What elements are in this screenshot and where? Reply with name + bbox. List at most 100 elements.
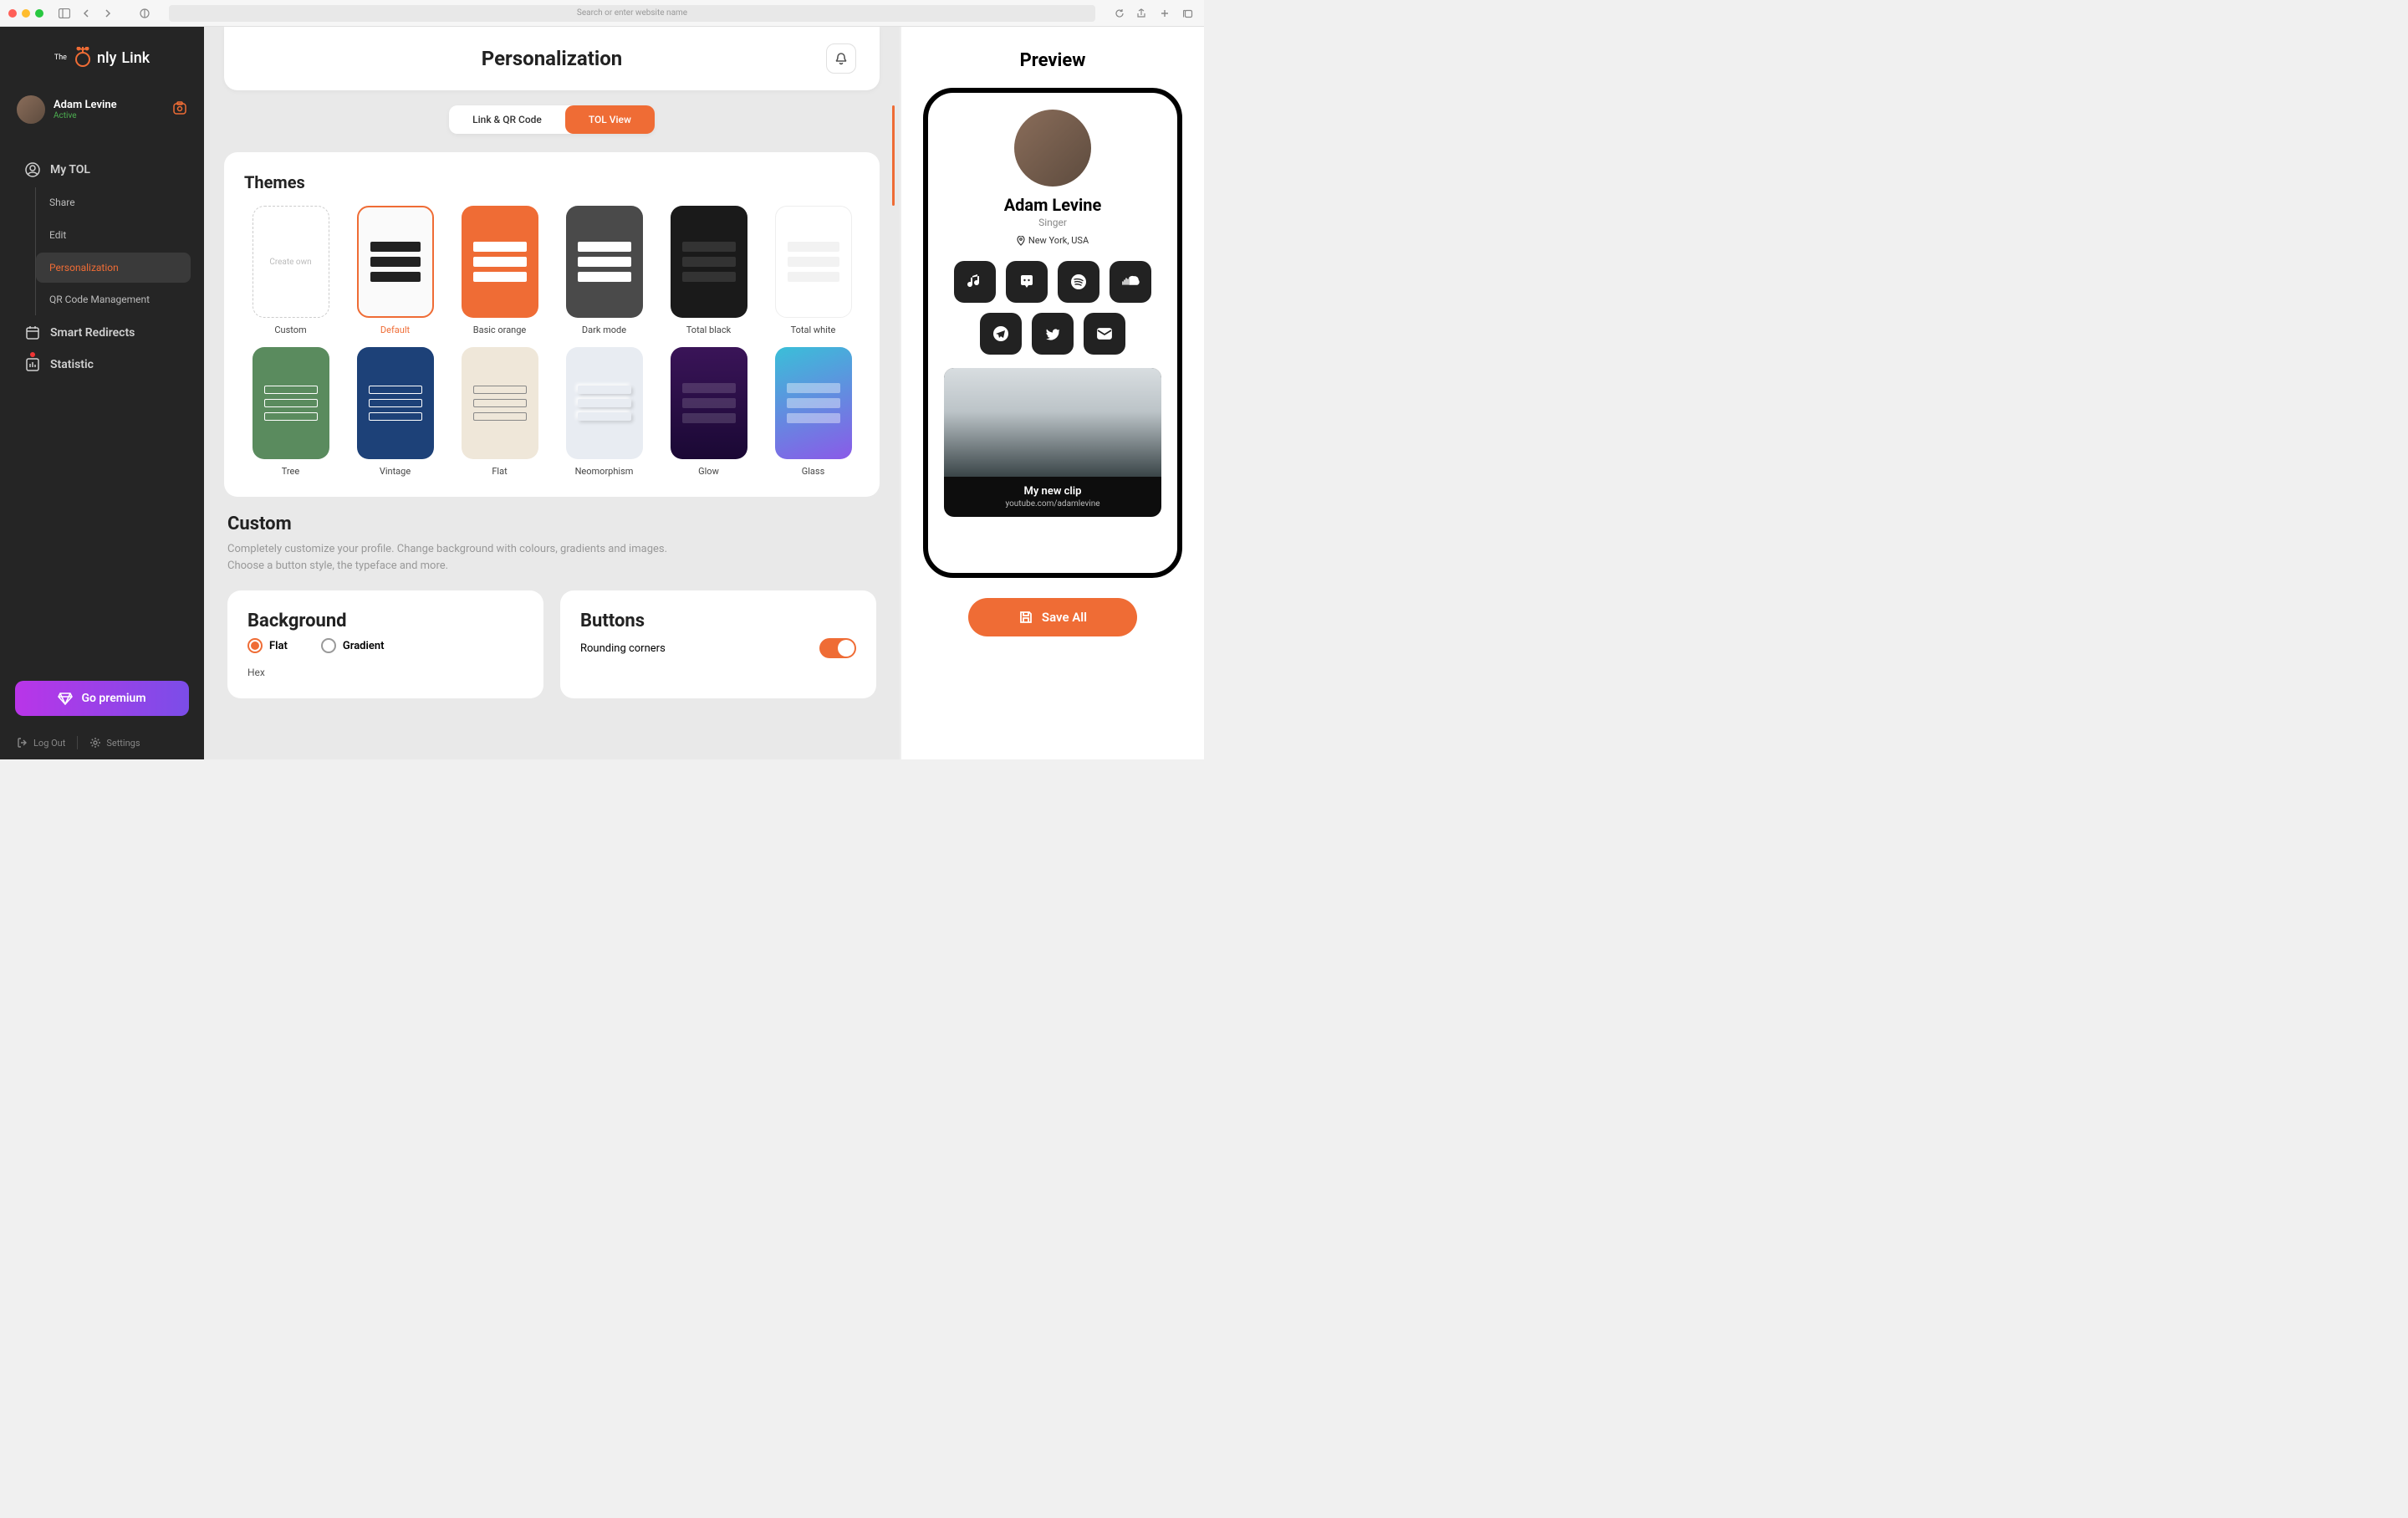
- pin-icon: [1017, 236, 1025, 246]
- menu-mytol-label: My TOL: [50, 163, 90, 176]
- theme-custom[interactable]: Create own Custom: [244, 206, 337, 335]
- theme-dark-mode[interactable]: Dark mode: [558, 206, 650, 335]
- bell-icon: [834, 51, 849, 66]
- music-icon[interactable]: [954, 261, 996, 303]
- address-bar[interactable]: Search or enter website name: [169, 5, 1095, 22]
- main-content: Personalization Link & QR Code TOL View …: [204, 27, 900, 759]
- shield-icon[interactable]: [137, 6, 152, 21]
- menu-redirects[interactable]: Smart Redirects: [10, 317, 194, 349]
- menu-mytol[interactable]: My TOL: [10, 154, 194, 186]
- sub-share[interactable]: Share: [36, 187, 191, 218]
- twitter-icon[interactable]: [1032, 313, 1074, 355]
- traffic-lights: [8, 9, 43, 18]
- theme-flat[interactable]: Flat: [453, 347, 546, 477]
- theme-default-label: Default: [380, 325, 410, 335]
- theme-total-white[interactable]: Total white: [767, 206, 860, 335]
- discord-icon[interactable]: [1006, 261, 1048, 303]
- bg-flat-label: Flat: [269, 640, 288, 652]
- buttons-card: Buttons Rounding corners: [560, 590, 876, 698]
- sub-qr[interactable]: QR Code Management: [36, 284, 191, 315]
- view-tabs: Link & QR Code TOL View: [224, 105, 880, 134]
- menu: My TOL Share Edit Personalization QR Cod…: [0, 154, 204, 381]
- theme-basic-orange[interactable]: Basic orange: [453, 206, 546, 335]
- tab-tol-view[interactable]: TOL View: [565, 105, 655, 134]
- go-premium-button[interactable]: Go premium: [15, 681, 189, 716]
- calendar-icon: [25, 325, 40, 340]
- notifications-button[interactable]: [826, 43, 856, 74]
- logout-icon: [17, 737, 28, 749]
- theme-default[interactable]: Default: [349, 206, 441, 335]
- socials-row: [948, 261, 1157, 355]
- page-header: Personalization: [224, 27, 880, 90]
- profile-name: Adam Levine: [54, 99, 117, 111]
- save-all-button[interactable]: Save All: [968, 598, 1137, 636]
- back-icon[interactable]: [79, 6, 94, 21]
- scroll-indicator: [892, 105, 895, 206]
- bg-flat-radio[interactable]: Flat: [247, 638, 288, 653]
- preview-sub: Singer: [1038, 217, 1067, 228]
- sub-edit[interactable]: Edit: [36, 220, 191, 251]
- logout-link[interactable]: Log Out: [17, 737, 65, 749]
- forward-icon[interactable]: [100, 6, 115, 21]
- sidebar-toggle-icon[interactable]: [57, 6, 72, 21]
- rounding-label: Rounding corners: [580, 642, 666, 655]
- theme-custom-box: Create own: [253, 206, 329, 318]
- address-placeholder: Search or enter website name: [577, 8, 687, 18]
- clip-image: [944, 368, 1161, 477]
- theme-total-black[interactable]: Total black: [662, 206, 755, 335]
- themes-card: Themes Create own Custom Default Basic o…: [224, 152, 880, 497]
- logo-link: Link: [121, 49, 150, 67]
- preview-avatar: [1014, 110, 1091, 187]
- logout-label: Log Out: [33, 738, 65, 749]
- phone-preview: Adam Levine Singer New York, USA: [923, 88, 1182, 578]
- logo-nly: nly: [97, 49, 116, 67]
- theme-tree-label: Tree: [282, 466, 299, 477]
- theme-black-label: Total black: [686, 325, 731, 335]
- theme-dark-label: Dark mode: [582, 325, 626, 335]
- submenu: Share Edit Personalization QR Code Manag…: [35, 187, 194, 315]
- soundcloud-icon[interactable]: [1110, 261, 1151, 303]
- save-icon: [1018, 610, 1033, 625]
- premium-label: Go premium: [81, 692, 145, 705]
- theme-glow[interactable]: Glow: [662, 347, 755, 477]
- settings-link[interactable]: Settings: [89, 737, 140, 749]
- telegram-icon[interactable]: [980, 313, 1022, 355]
- theme-glass-label: Glass: [802, 466, 825, 477]
- theme-orange-label: Basic orange: [473, 325, 527, 335]
- rounding-toggle[interactable]: [819, 638, 856, 658]
- theme-tree[interactable]: Tree: [244, 347, 337, 477]
- theme-glow-label: Glow: [698, 466, 719, 477]
- tab-link-qr[interactable]: Link & QR Code: [449, 105, 565, 134]
- mail-icon[interactable]: [1084, 313, 1125, 355]
- theme-vintage[interactable]: Vintage: [349, 347, 441, 477]
- bg-gradient-radio[interactable]: Gradient: [321, 638, 385, 653]
- clip-url: youtube.com/adamlevine: [952, 499, 1153, 509]
- preview-title: Preview: [1020, 50, 1086, 71]
- settings-label: Settings: [106, 738, 140, 749]
- footer-links: Log Out Settings: [0, 726, 204, 749]
- preview-location: New York, USA: [1017, 235, 1089, 246]
- chrome-right-icons: [1134, 6, 1196, 21]
- theme-neomorphism[interactable]: Neomorphism: [558, 347, 650, 477]
- menu-statistic-label: Statistic: [50, 358, 94, 371]
- theme-vintage-label: Vintage: [380, 466, 411, 477]
- user-icon: [25, 162, 40, 177]
- gear-icon: [89, 737, 101, 749]
- profile-badge-icon[interactable]: [172, 100, 187, 119]
- clip-card[interactable]: My new clip youtube.com/adamlevine: [944, 368, 1161, 517]
- hex-label: Hex: [247, 667, 523, 678]
- share-icon[interactable]: [1134, 6, 1149, 21]
- profile-status: Active: [54, 111, 117, 120]
- theme-white-label: Total white: [791, 325, 836, 335]
- profile-block[interactable]: Adam Levine Active: [0, 95, 204, 124]
- save-label: Save All: [1042, 610, 1087, 625]
- avatar: [17, 95, 45, 124]
- plus-icon[interactable]: [1157, 6, 1172, 21]
- spotify-icon[interactable]: [1058, 261, 1099, 303]
- reload-icon[interactable]: [1112, 6, 1127, 21]
- sub-personalization[interactable]: Personalization: [36, 253, 191, 284]
- theme-neo-label: Neomorphism: [575, 466, 634, 477]
- menu-statistic[interactable]: Statistic: [10, 349, 194, 381]
- tabs-icon[interactable]: [1181, 6, 1196, 21]
- theme-glass[interactable]: Glass: [767, 347, 860, 477]
